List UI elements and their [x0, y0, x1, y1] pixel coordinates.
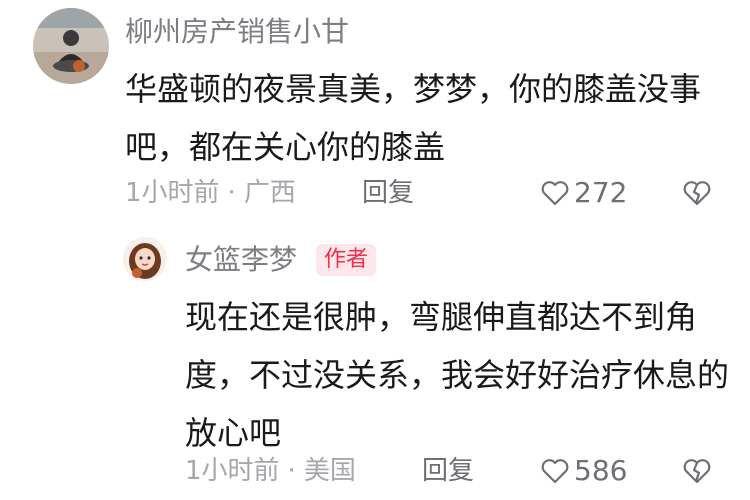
heart-outline-icon — [541, 181, 569, 206]
author-badge: 作者 — [316, 244, 377, 276]
comment-like-count: 272 — [574, 176, 628, 209]
reply-time: 1小时前 — [185, 456, 280, 486]
commenter-name[interactable]: 柳州房产销售小甘 — [125, 14, 349, 50]
comment-reply-button[interactable]: 回复 — [362, 176, 414, 210]
reply-like-count: 586 — [574, 454, 628, 487]
broken-heart-icon[interactable] — [682, 179, 712, 207]
comment-time: 1小时前 — [125, 178, 220, 208]
reply-location: 美国 — [303, 456, 356, 486]
broken-heart-icon[interactable] — [682, 457, 712, 485]
reply-reply-button[interactable]: 回复 — [422, 454, 474, 488]
comment-meta: 1小时前 · 广西 — [125, 176, 296, 210]
reply-author-name[interactable]: 女篮李梦 — [185, 242, 297, 278]
comment-text: 华盛顿的夜景真美，梦梦，你的膝盖没事吧，都在关心你的膝盖 — [125, 70, 702, 166]
reply-meta: 1小时前 · 美国 — [185, 454, 356, 488]
reply-text: 现在还是很肿，弯腿伸直都达不到角度，不过没关系，我会好好治疗休息的 放心吧 — [185, 298, 730, 452]
reply-like-button[interactable]: 586 — [540, 454, 627, 488]
comment-location: 广西 — [243, 178, 296, 208]
reply-author-avatar[interactable] — [123, 237, 167, 281]
comment-like-button[interactable]: 272 — [540, 176, 627, 210]
commenter-avatar[interactable] — [33, 8, 109, 84]
cartoon-girl-avatar-icon — [123, 237, 167, 281]
meta-separator: · — [287, 456, 296, 486]
person-sitting-on-court-avatar-icon — [33, 8, 109, 84]
heart-outline-icon — [541, 459, 569, 484]
meta-separator: · — [227, 178, 236, 208]
